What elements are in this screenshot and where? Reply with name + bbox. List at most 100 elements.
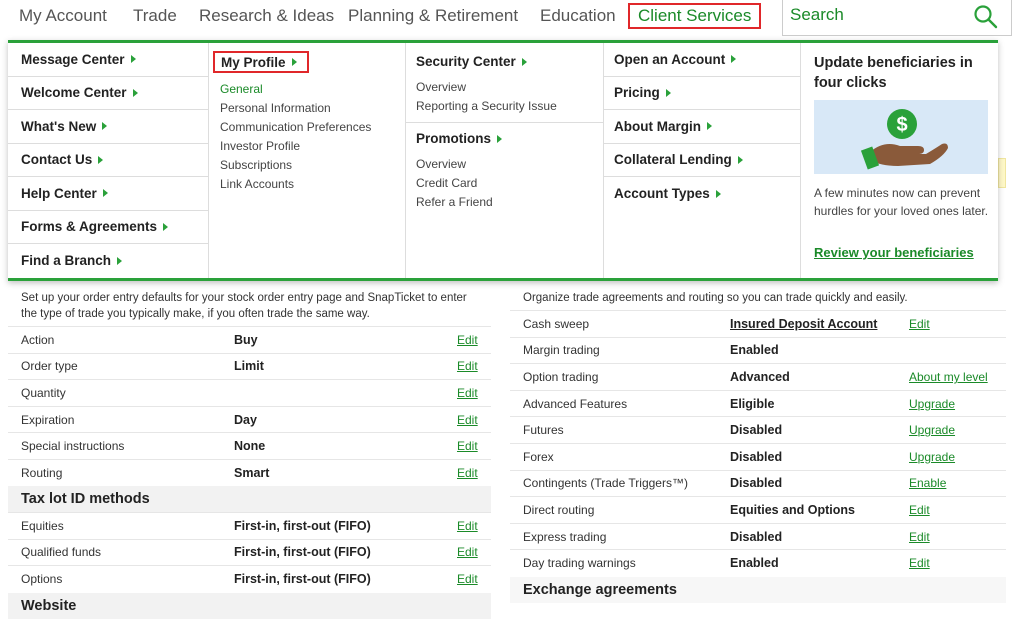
row-value: Disabled <box>730 423 783 438</box>
row-value: First-in, first-out (FIFO) <box>234 571 371 586</box>
row-label: Options <box>21 571 63 586</box>
row-action-edit[interactable]: Edit <box>457 519 478 533</box>
order-defaults-panel: Set up your order entry defaults for you… <box>8 281 491 619</box>
table-row: Futures Disabled Upgrade <box>510 416 1006 443</box>
search-input[interactable]: Search <box>790 5 844 25</box>
row-value: Disabled <box>730 476 783 491</box>
row-action-edit[interactable]: Edit <box>909 530 930 544</box>
my-profile-column: My Profile General Personal Information Co… <box>209 43 405 278</box>
row-action-upgrade[interactable]: Upgrade <box>909 423 955 437</box>
menu-item-contact-us[interactable]: Contact Us <box>8 144 208 177</box>
row-action-enable[interactable]: Enable <box>909 476 946 490</box>
row-action-edit[interactable]: Edit <box>457 466 478 480</box>
caret-right-icon <box>737 155 743 164</box>
row-action-edit[interactable]: Edit <box>457 572 478 586</box>
divider <box>406 122 603 123</box>
my-profile-heading[interactable]: My Profile <box>213 51 309 73</box>
table-row: Advanced Features Eligible Upgrade <box>510 389 1006 417</box>
row-action-edit[interactable]: Edit <box>457 545 478 559</box>
menu-item-message-center[interactable]: Message Center <box>8 43 208 77</box>
menu-item-label: Welcome Center <box>21 85 127 101</box>
website-heading-text: Website <box>21 598 77 614</box>
nav-client-services[interactable]: Client Services <box>628 3 762 29</box>
security-center-label: Security Center <box>416 54 516 69</box>
menu-item-what-s-new[interactable]: What's New <box>8 110 208 144</box>
row-value: Disabled <box>730 529 783 544</box>
taxlot-heading: Tax lot ID methods <box>8 486 491 512</box>
table-row: Special instructions None Edit <box>8 432 491 459</box>
table-row: Options First-in, first-out (FIFO) Edit <box>8 565 491 592</box>
row-label: Cash sweep <box>523 316 590 331</box>
menu-link-reporting-a-security-issue[interactable]: Reporting a Security Issue <box>416 97 557 116</box>
menu-item-collateral-lending[interactable]: Collateral Lending <box>604 144 800 177</box>
menu-item-label: Collateral Lending <box>614 152 732 168</box>
row-action-edit[interactable]: Edit <box>909 317 930 331</box>
caret-right-icon <box>130 55 136 64</box>
nav-trade[interactable]: Trade <box>133 5 177 27</box>
row-label: Qualified funds <box>21 545 102 560</box>
promo-title: Update beneficiaries in four clicks <box>814 55 973 91</box>
row-label: Order type <box>21 359 78 374</box>
client-services-menu: Message Center Welcome Center What's New Co… <box>8 40 998 281</box>
row-action-about-my-level[interactable]: About my level <box>909 370 988 384</box>
search-icon[interactable] <box>973 4 999 30</box>
menu-column-1: Message Center Welcome Center What's New Co… <box>8 43 208 278</box>
row-action-edit[interactable]: Edit <box>909 503 930 517</box>
menu-link-general[interactable]: General <box>220 80 371 99</box>
row-action-edit[interactable]: Edit <box>457 359 478 373</box>
menu-item-find-a-branch[interactable]: Find a Branch <box>8 244 208 278</box>
menu-link-investor-profile[interactable]: Investor Profile <box>220 137 371 156</box>
nav-education[interactable]: Education <box>540 5 616 27</box>
menu-item-open-an-account[interactable]: Open an Account <box>604 43 800 77</box>
review-beneficiaries-link[interactable]: Review your beneficiaries <box>814 245 974 260</box>
nav-research-ideas[interactable]: Research & Ideas <box>199 5 334 27</box>
notice-banner-edge <box>998 158 1006 188</box>
row-action-edit[interactable]: Edit <box>909 556 930 570</box>
menu-item-label: Pricing <box>614 85 660 101</box>
menu-item-about-margin[interactable]: About Margin <box>604 110 800 144</box>
menu-item-label: Message Center <box>21 51 125 67</box>
caret-right-icon <box>497 134 503 143</box>
menu-item-help-center[interactable]: Help Center <box>8 177 208 211</box>
row-label: Routing <box>21 465 63 480</box>
menu-item-account-types[interactable]: Account Types <box>604 177 800 211</box>
menu-link-overview[interactable]: Overview <box>416 78 557 97</box>
row-action-edit[interactable]: Edit <box>457 386 478 400</box>
table-row: Equities First-in, first-out (FIFO) Edit <box>8 512 491 539</box>
table-row: Cash sweep Insured Deposit Account Edit <box>510 310 1006 337</box>
table-row: Forex Disabled Upgrade <box>510 443 1006 470</box>
menu-link-communication-preferences[interactable]: Communication Preferences <box>220 118 371 137</box>
promotions-label: Promotions <box>416 131 492 146</box>
table-row: Qualified funds First-in, first-out (FIFO… <box>8 538 491 566</box>
menu-item-pricing[interactable]: Pricing <box>604 77 800 110</box>
menu-column-4: Open an Account Pricing About Margin Collat… <box>604 43 800 278</box>
nav-planning-retirement[interactable]: Planning & Retirement <box>348 5 518 27</box>
search-box[interactable]: Search <box>782 0 1012 36</box>
row-value: Eligible <box>730 396 775 411</box>
menu-item-welcome-center[interactable]: Welcome Center <box>8 77 208 110</box>
row-action-upgrade[interactable]: Upgrade <box>909 450 955 464</box>
menu-link-credit-card[interactable]: Credit Card <box>416 174 493 193</box>
menu-link-personal-information[interactable]: Personal Information <box>220 99 371 118</box>
nav-my-account[interactable]: My Account <box>19 5 107 27</box>
row-action-edit[interactable]: Edit <box>457 333 478 347</box>
row-value[interactable]: Insured Deposit Account <box>730 317 877 331</box>
top-navigation: My Account Trade Research & Ideas Planni… <box>0 0 1024 40</box>
row-label: Margin trading <box>523 343 600 358</box>
security-center-heading[interactable]: Security Center <box>416 54 527 69</box>
menu-link-refer-a-friend[interactable]: Refer a Friend <box>416 193 493 212</box>
row-action-edit[interactable]: Edit <box>457 439 478 453</box>
menu-link-link-accounts[interactable]: Link Accounts <box>220 175 371 194</box>
table-row: Day trading warnings Enabled Edit <box>510 549 1006 576</box>
menu-item-forms-agreements[interactable]: Forms & Agreements <box>8 211 208 244</box>
row-action-upgrade[interactable]: Upgrade <box>909 397 955 411</box>
row-label: Forex <box>523 449 554 464</box>
row-action-edit[interactable]: Edit <box>457 413 478 427</box>
caret-right-icon <box>163 222 169 231</box>
promotions-heading[interactable]: Promotions <box>416 131 503 146</box>
caret-right-icon <box>521 57 527 66</box>
row-value: Equities and Options <box>730 502 856 517</box>
menu-link-subscriptions[interactable]: Subscriptions <box>220 156 371 175</box>
row-label: Futures <box>523 423 564 438</box>
menu-link-overview[interactable]: Overview <box>416 155 493 174</box>
